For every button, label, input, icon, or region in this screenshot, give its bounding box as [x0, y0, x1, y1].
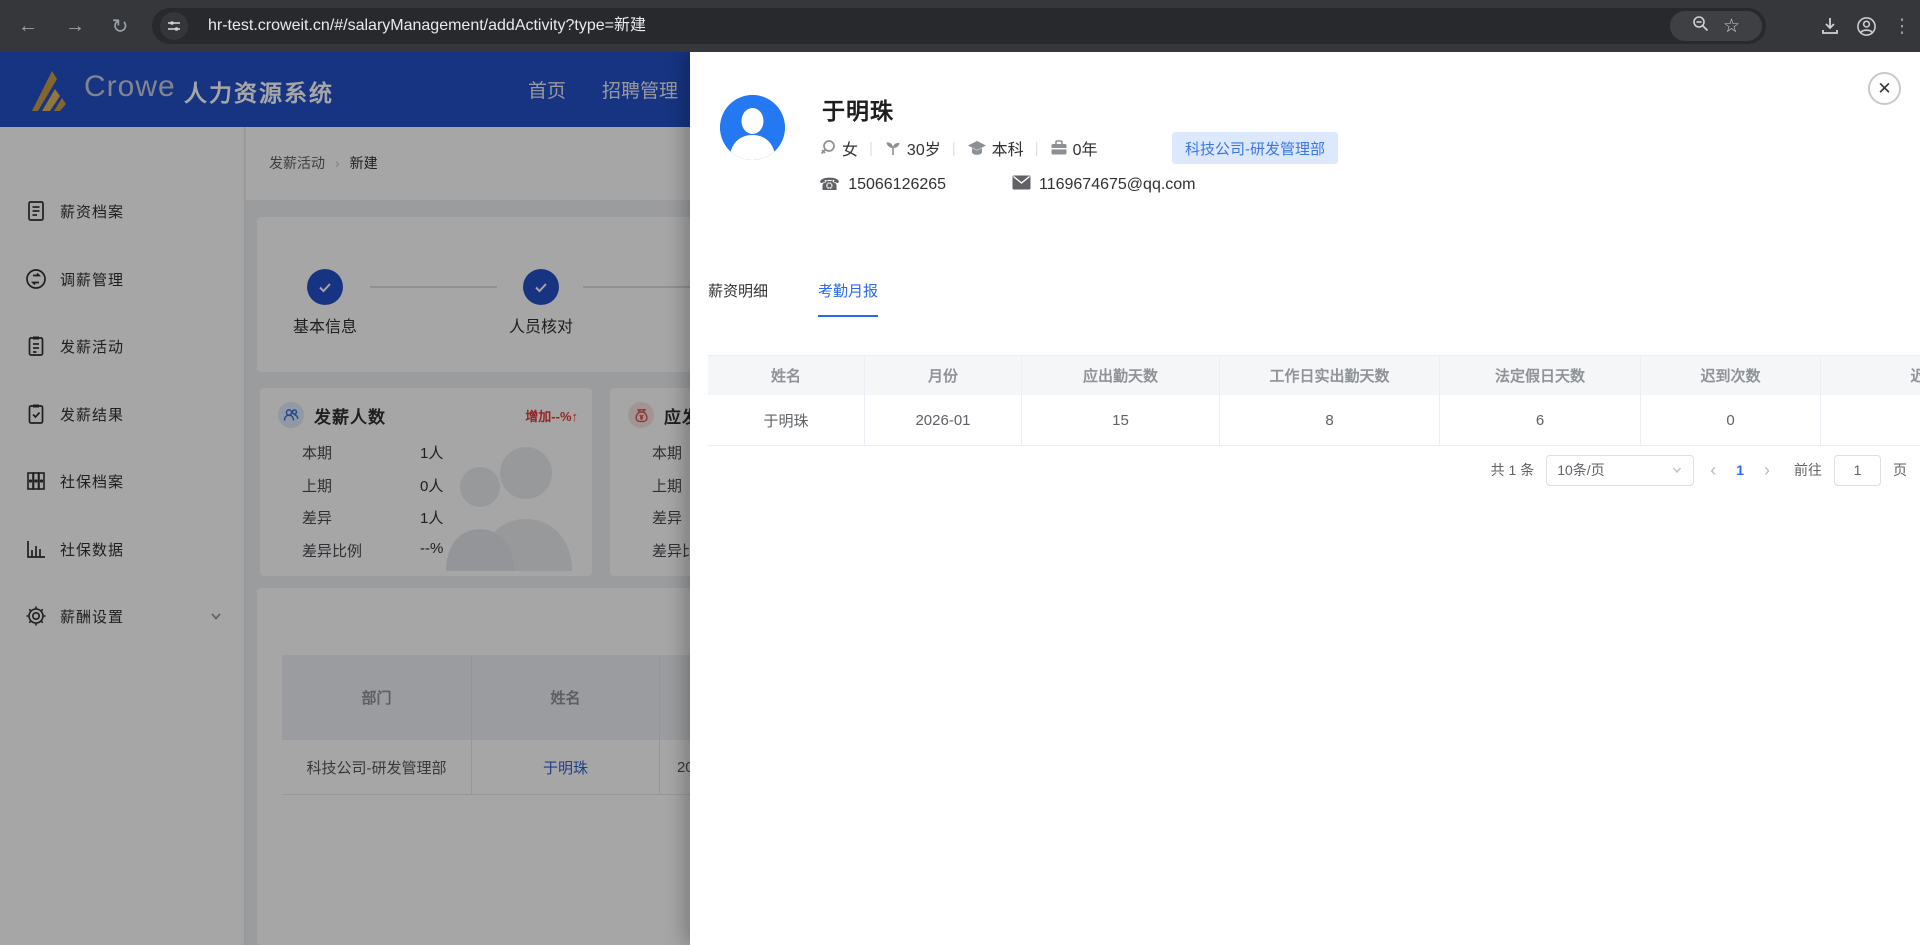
col-actual-days: 工作日实出勤天数 — [1220, 356, 1440, 395]
cell-due-days: 15 — [1022, 395, 1220, 445]
browser-reload-icon[interactable]: ↻ — [102, 0, 138, 52]
cell-month: 2026-01 — [865, 395, 1022, 445]
cell-actual-days: 8 — [1220, 395, 1440, 445]
zoom-search-icon[interactable] — [1692, 15, 1709, 37]
close-icon[interactable]: ✕ — [1868, 72, 1901, 105]
page-unit-label: 页 — [1893, 462, 1907, 478]
col-late-duration: 迟到时长 — [1821, 356, 1920, 395]
drawer-tabs: 薪资明细 考勤月报 — [708, 280, 879, 317]
site-info-icon[interactable] — [160, 12, 188, 40]
prev-page-icon[interactable]: ‹ — [1706, 460, 1720, 481]
sprout-icon — [886, 142, 900, 155]
phone-number: 15066126265 — [848, 176, 947, 193]
employee-details: 女 | 30岁 | 本科 | 0年 — [819, 136, 1097, 160]
total-count: 共 1 条 — [1490, 462, 1535, 478]
url-text[interactable]: hr-test.croweit.cn/#/salaryManagement/ad… — [208, 8, 646, 44]
age-item: 30岁 — [884, 136, 941, 160]
chevron-down-icon — [1673, 467, 1682, 474]
graduation-cap-icon — [967, 141, 986, 155]
profile-icon[interactable] — [1848, 0, 1884, 52]
browser-actions: ⋮ — [1812, 0, 1920, 52]
col-month: 月份 — [865, 356, 1022, 395]
col-holiday-days: 法定假日天数 — [1440, 356, 1641, 395]
browser-forward-icon[interactable]: → — [57, 0, 93, 52]
pagination: 共 1 条 10条/页 ‹ 1 › 前往 页 — [708, 454, 1907, 486]
page-size-select[interactable]: 10条/页 — [1546, 454, 1695, 486]
screen: ← → ↻ hr-test.croweit.cn/#/salaryManagem… — [0, 0, 1920, 945]
browser-menu-icon[interactable]: ⋮ — [1884, 0, 1920, 52]
browser-back-icon[interactable]: ← — [10, 0, 46, 52]
tab-salary-detail[interactable]: 薪资明细 — [708, 280, 768, 317]
download-icon[interactable] — [1812, 0, 1848, 52]
attendance-table-header: 姓名 月份 应出勤天数 工作日实出勤天数 法定假日天数 迟到次数 迟到时长 — [708, 356, 1920, 395]
email-block: 1169674675@qq.com — [1012, 172, 1196, 198]
education-item: 本科 — [967, 136, 1024, 160]
briefcase-icon — [1051, 140, 1067, 155]
goto-page-input[interactable] — [1834, 454, 1881, 486]
tab-attendance-report[interactable]: 考勤月报 — [818, 280, 879, 317]
employee-name: 于明珠 — [822, 98, 894, 124]
table-row[interactable]: 于明珠 2026-01 15 8 6 0 — [708, 395, 1920, 446]
col-name: 姓名 — [708, 356, 865, 395]
current-page[interactable]: 1 — [1732, 462, 1748, 478]
experience-item: 0年 — [1050, 136, 1097, 160]
cell-name: 于明珠 — [708, 395, 865, 445]
employee-drawer: ✕ 于明珠 女 | 30岁 | 本科 | 0年 科技公司-研发管理部 ☎ 150… — [690, 52, 1920, 945]
email-address: 1169674675@qq.com — [1039, 176, 1196, 193]
col-due-days: 应出勤天数 — [1022, 356, 1220, 395]
col-late-count: 迟到次数 — [1641, 356, 1821, 395]
attendance-table: 姓名 月份 应出勤天数 工作日实出勤天数 法定假日天数 迟到次数 迟到时长 于明… — [708, 355, 1920, 446]
department-tag: 科技公司-研发管理部 — [1172, 132, 1338, 164]
omnibox-chip: ☆ — [1670, 11, 1762, 41]
bookmark-star-icon[interactable]: ☆ — [1723, 15, 1740, 38]
phone-block: ☎ 15066126265 — [819, 172, 946, 198]
gender-item: 女 — [819, 136, 858, 160]
browser-toolbar: ← → ↻ hr-test.croweit.cn/#/salaryManagem… — [0, 0, 1920, 52]
goto-label: 前往 — [1794, 462, 1822, 478]
avatar — [720, 95, 785, 160]
next-page-icon[interactable]: › — [1760, 460, 1774, 481]
female-icon — [820, 140, 835, 155]
cell-late-count: 0 — [1641, 395, 1821, 445]
cell-late-duration — [1821, 395, 1920, 445]
cell-holiday-days: 6 — [1440, 395, 1641, 445]
phone-icon: ☎ — [819, 175, 841, 194]
address-bar[interactable]: hr-test.croweit.cn/#/salaryManagement/ad… — [152, 8, 1766, 44]
envelope-icon — [1012, 175, 1031, 195]
